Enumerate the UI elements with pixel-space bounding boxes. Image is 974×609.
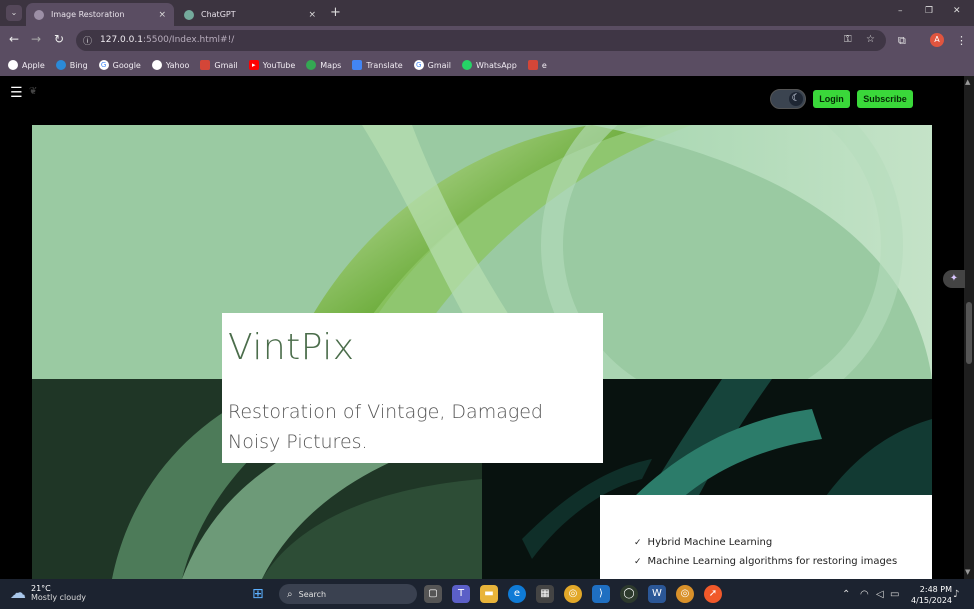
close-tab-icon[interactable]: × (308, 10, 316, 20)
file-explorer-icon[interactable]: ▬ (480, 585, 498, 603)
close-window-icon[interactable]: ✕ (953, 6, 961, 16)
google-icon: G (98, 60, 109, 70)
moon-icon: ☾ (789, 92, 803, 106)
bookmark-youtube[interactable]: ▸ YouTube (248, 60, 295, 70)
vscode-icon[interactable]: ⟩ (592, 585, 610, 603)
scrollbar-thumb[interactable] (966, 302, 972, 364)
password-key-icon[interactable]: ⚿ (844, 34, 852, 45)
store-icon[interactable]: ▦ (536, 585, 554, 603)
task-view-icon[interactable]: ▢ (424, 585, 442, 603)
bookmark-gmail-2[interactable]: G Gmail (413, 60, 451, 70)
system-clock[interactable]: 2:48 PM 4/15/2024 (911, 584, 952, 606)
extensions-icon[interactable]: ⧉ (898, 34, 906, 48)
bookmark-apple[interactable]: Apple (8, 60, 45, 70)
logo-icon: ❦ (29, 86, 38, 97)
theme-toggle[interactable]: ☾ (770, 89, 806, 109)
chrome-profile-icon[interactable]: ◎ (676, 585, 694, 603)
bookmark-whatsapp[interactable]: WhatsApp (462, 60, 517, 70)
bookmark-google[interactable]: G Google (98, 60, 141, 70)
features-list: ✓ Hybrid Machine Learning ✓ Machine Learni… (634, 537, 897, 575)
bookmark-translate[interactable]: Translate (352, 60, 403, 70)
bookmark-yahoo[interactable]: Yahoo (151, 60, 189, 70)
back-arrow-icon[interactable]: ← (9, 32, 19, 46)
feature-item: ✓ Machine Learning algorithms for restori… (634, 556, 898, 567)
bookmark-gmail[interactable]: Gmail (200, 60, 238, 70)
globe-icon (34, 9, 44, 20)
clock-time: 2:48 PM (919, 585, 953, 594)
wifi-icon[interactable]: ◠ (860, 589, 869, 600)
page-title: VintPix (228, 327, 355, 368)
edge-icon[interactable]: e (508, 585, 526, 603)
teams-icon[interactable]: T (452, 585, 470, 603)
notification-bell-icon[interactable]: ♪ (953, 589, 959, 600)
tab-strip: ⌄ Image Restoration × ChatGPT × + – ❐ ✕ (0, 0, 974, 26)
postman-icon[interactable]: ➚ (704, 585, 722, 603)
battery-icon[interactable]: ▭ (890, 589, 899, 600)
search-icon: ⌕ (287, 588, 293, 600)
show-hidden-icons-icon[interactable]: ⌃ (842, 589, 850, 600)
windows-start-icon[interactable]: ⊞ (252, 586, 264, 602)
bookmark-star-icon[interactable]: ☆ (866, 34, 875, 45)
reload-icon[interactable]: ↻ (54, 32, 64, 46)
page-viewport: ☰ ❦ ☾ Login Subscribe VintPix Restoratio… (0, 76, 964, 579)
new-tab-button[interactable]: + (330, 5, 341, 20)
gmail-icon (527, 60, 538, 70)
yahoo-icon (151, 60, 162, 70)
weather-temperature: 21°C (31, 583, 51, 593)
tab-title: ChatGPT (201, 10, 236, 19)
check-icon: ✓ (634, 538, 642, 548)
more-menu-icon[interactable]: ⋮ (956, 34, 967, 47)
weather-widget[interactable]: ☁ 21°C Mostly cloudy (10, 583, 86, 602)
translate-icon (352, 60, 363, 70)
features-card: ✓ Hybrid Machine Learning ✓ Machine Learni… (600, 495, 932, 579)
close-tab-icon[interactable]: × (158, 10, 166, 20)
menu-icon[interactable]: ☰ (10, 85, 23, 101)
scroll-up-icon[interactable]: ▲ (965, 78, 970, 86)
apple-icon (8, 60, 18, 70)
site-info-icon[interactable]: ⓘ (83, 34, 92, 47)
bookmark-e[interactable]: e (527, 60, 547, 70)
bing-icon (55, 60, 66, 70)
search-label: Search (298, 589, 327, 599)
subscribe-button[interactable]: Subscribe (857, 90, 913, 108)
cloud-icon: ☁ (10, 583, 26, 602)
bookmarks-bar: Apple Bing G Google Yahoo Gmail ▸ YouTube … (0, 54, 974, 76)
sparkle-assistant-icon[interactable]: ✦ (943, 270, 965, 288)
url-text: 127.0.0.1:5500/Index.html#!/ (100, 35, 235, 45)
tab-title: Image Restoration (51, 10, 125, 19)
clock-date: 4/15/2024 (911, 596, 953, 605)
tab-image-restoration[interactable]: Image Restoration × (26, 3, 174, 26)
minimize-icon[interactable]: – (898, 6, 903, 16)
youtube-icon: ▸ (248, 60, 259, 70)
bookmark-bing[interactable]: Bing (55, 60, 88, 70)
browser-toolbar: ← → ↻ ⓘ 127.0.0.1:5500/Index.html#!/ ⚿ ☆… (0, 26, 974, 54)
address-bar[interactable]: ⓘ 127.0.0.1:5500/Index.html#!/ ⚿ ☆ (76, 30, 886, 51)
restore-icon[interactable]: ❐ (925, 6, 933, 16)
gmail-icon (200, 60, 211, 70)
profile-avatar[interactable]: A (930, 33, 944, 47)
tab-search-icon[interactable]: ⌄ (6, 5, 22, 21)
chatgpt-icon (184, 9, 194, 20)
login-button[interactable]: Login (813, 90, 850, 108)
feature-item: ✓ Hybrid Machine Learning (634, 537, 773, 548)
hero-title-card: VintPix Restoration of Vintage, Damaged … (222, 313, 603, 463)
word-icon[interactable]: W (648, 585, 666, 603)
speaker-icon[interactable]: ◁ (876, 589, 884, 600)
hero-tagline: Restoration of Vintage, Damaged Noisy Pi… (228, 401, 543, 453)
whatsapp-icon (462, 60, 473, 70)
maps-icon (306, 60, 317, 70)
weather-condition: Mostly cloudy (31, 592, 86, 602)
check-icon: ✓ (634, 557, 642, 567)
tab-chatgpt[interactable]: ChatGPT × (176, 3, 324, 26)
page-scrollbar[interactable]: ▲ ▼ (964, 76, 974, 579)
anaconda-icon[interactable]: ◯ (620, 585, 638, 603)
windows-taskbar: ☁ 21°C Mostly cloudy ⊞ ⌕ Search ▢ T ▬ e … (0, 579, 974, 609)
taskbar-search[interactable]: ⌕ Search (279, 584, 417, 604)
google-icon: G (413, 60, 424, 70)
forward-arrow-icon[interactable]: → (31, 32, 41, 46)
bookmark-maps[interactable]: Maps (306, 60, 341, 70)
chrome-icon[interactable]: ◎ (564, 585, 582, 603)
scroll-down-icon[interactable]: ▼ (965, 568, 970, 576)
